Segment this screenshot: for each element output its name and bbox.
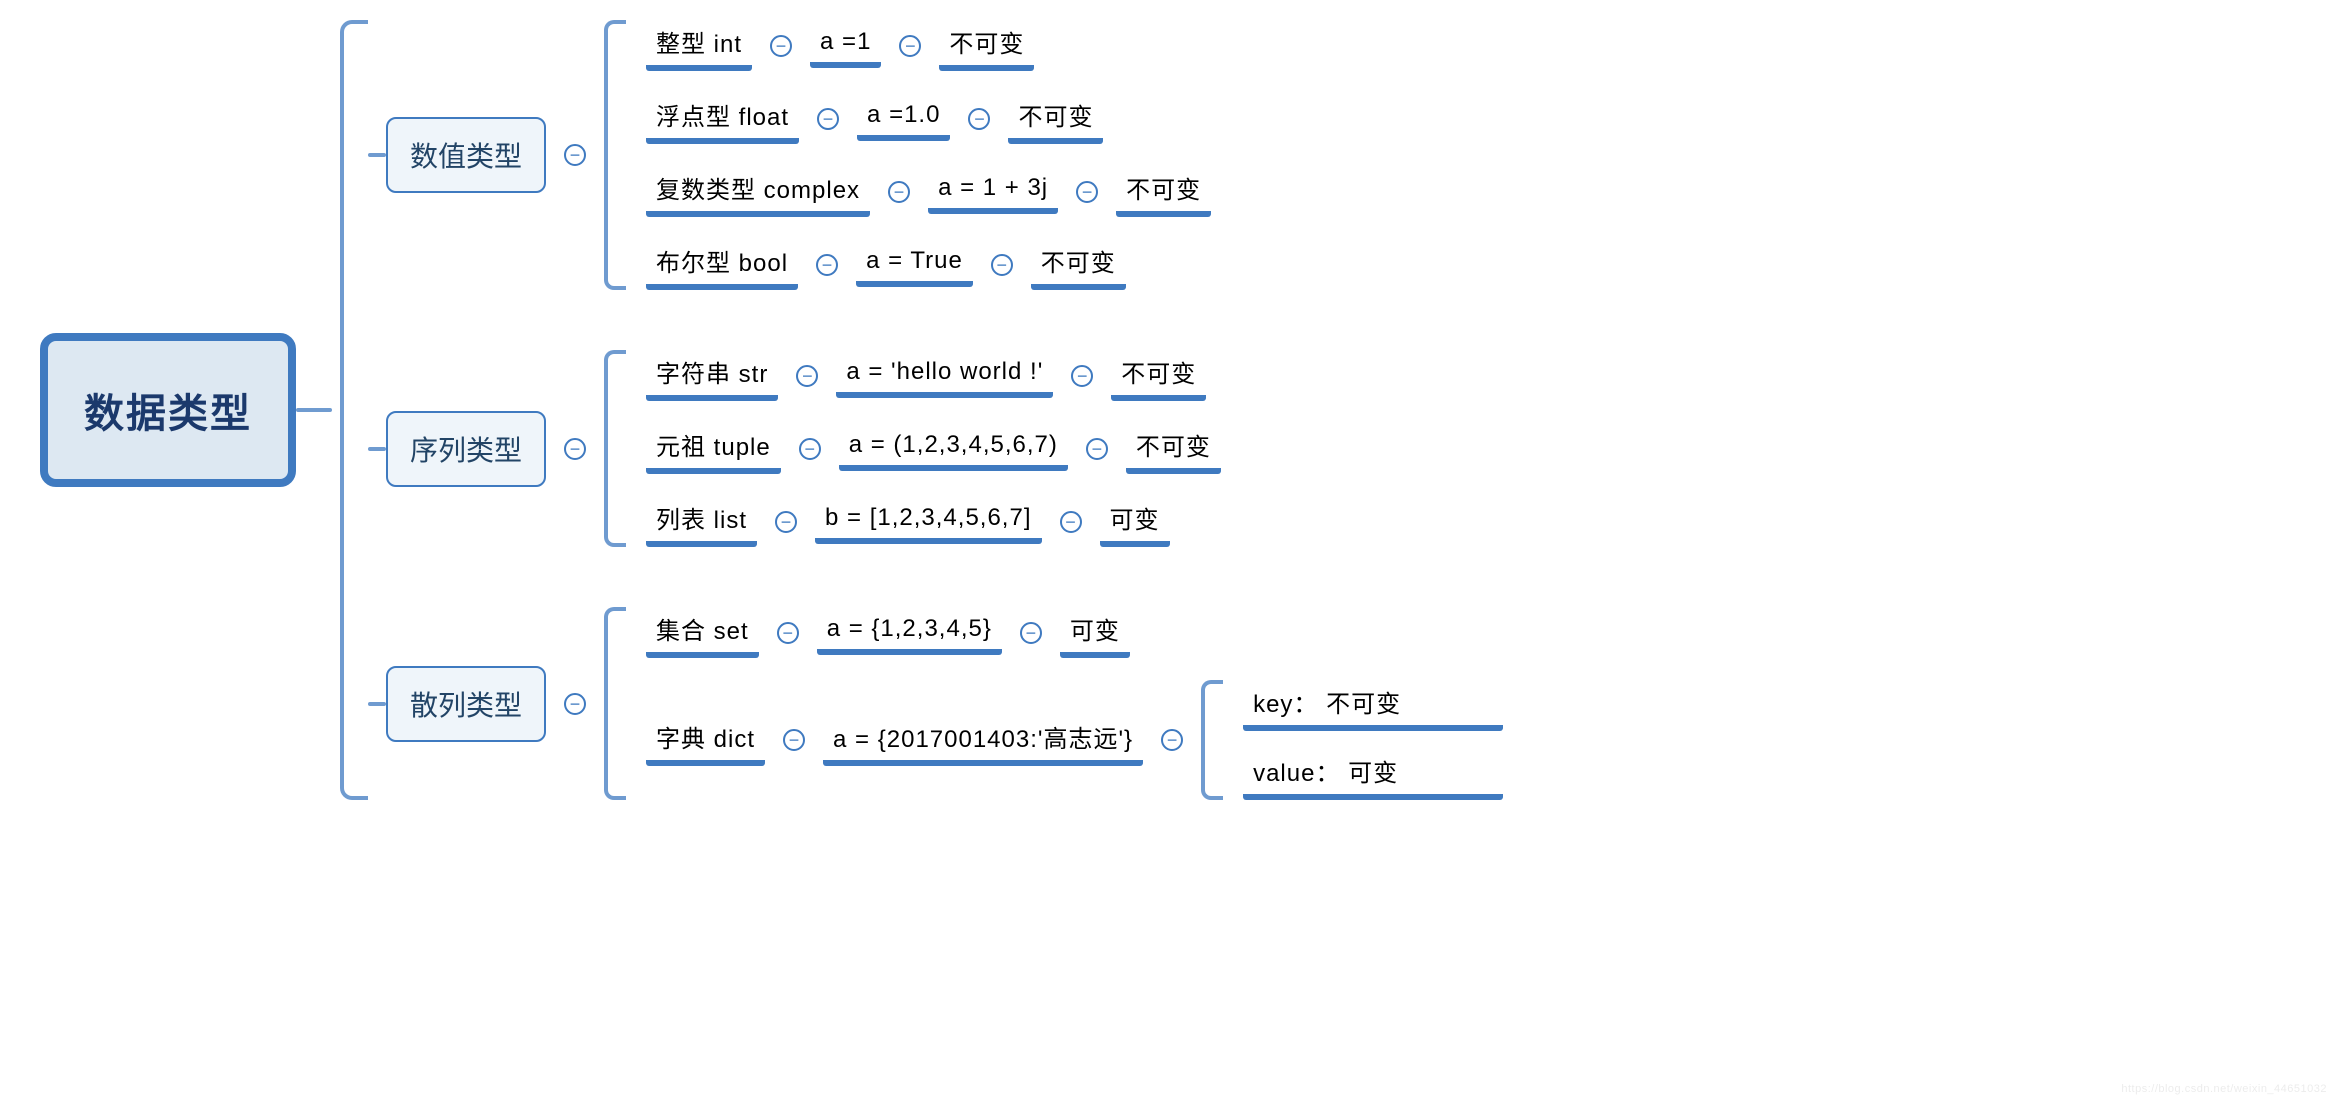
- type-name: 复数类型 complex: [646, 166, 870, 217]
- connector: [296, 408, 332, 412]
- collapse-icon[interactable]: −: [783, 729, 805, 751]
- bracket: [604, 20, 626, 290]
- type-example: b = [1,2,3,4,5,6,7]: [815, 500, 1041, 544]
- leaf-row: 字符串 str−a = 'hello world !'−不可变: [626, 350, 1221, 401]
- bracket: [340, 20, 368, 800]
- collapse-icon[interactable]: −: [564, 693, 586, 715]
- leaf-group: 整型 int−a =1−不可变浮点型 float−a =1.0−不可变复数类型 …: [604, 20, 1211, 290]
- collapse-icon[interactable]: −: [1161, 729, 1183, 751]
- bracket: [604, 607, 626, 800]
- collapse-icon[interactable]: −: [1020, 622, 1042, 644]
- mutability: 不可变: [1126, 423, 1221, 474]
- mutability: 不可变: [1116, 166, 1211, 217]
- type-example: a = {2017001403:'高志远'}: [823, 715, 1143, 766]
- collapse-icon[interactable]: −: [796, 365, 818, 387]
- type-example: a = True: [856, 243, 973, 287]
- leaf-row: 布尔型 bool−a = True−不可变: [626, 239, 1211, 290]
- collapse-icon[interactable]: −: [817, 108, 839, 130]
- mutability: 不可变: [1111, 350, 1206, 401]
- type-example: a =1: [810, 24, 881, 68]
- leaf-column: 整型 int−a =1−不可变浮点型 float−a =1.0−不可变复数类型 …: [626, 20, 1211, 290]
- collapse-icon[interactable]: −: [799, 438, 821, 460]
- leaf-row: 列表 list−b = [1,2,3,4,5,6,7]−可变: [626, 496, 1221, 547]
- collapse-icon[interactable]: −: [1071, 365, 1093, 387]
- type-name: 集合 set: [646, 607, 759, 658]
- type-example: a = {1,2,3,4,5}: [817, 611, 1002, 655]
- type-example: a = (1,2,3,4,5,6,7): [839, 427, 1068, 471]
- category-node[interactable]: 散列类型: [386, 666, 546, 742]
- category-group: 数值类型−整型 int−a =1−不可变浮点型 float−a =1.0−不可变…: [368, 20, 1503, 290]
- connector: [368, 447, 386, 451]
- mutability: 可变: [1060, 607, 1130, 658]
- type-name: 布尔型 bool: [646, 239, 798, 290]
- leaf-row: 字典 dict−a = {2017001403:'高志远'}−key： 不可变v…: [626, 680, 1503, 800]
- collapse-icon[interactable]: −: [888, 181, 910, 203]
- collapse-icon[interactable]: −: [775, 511, 797, 533]
- category-node[interactable]: 数值类型: [386, 117, 546, 193]
- connector: [368, 702, 386, 706]
- leaf-row: 浮点型 float−a =1.0−不可变: [626, 93, 1211, 144]
- collapse-icon[interactable]: −: [777, 622, 799, 644]
- type-example: a =1.0: [857, 97, 950, 141]
- collapse-icon[interactable]: −: [1086, 438, 1108, 460]
- type-name: 列表 list: [646, 496, 757, 547]
- mindmap-canvas: 数据类型 数值类型−整型 int−a =1−不可变浮点型 float−a =1.…: [40, 20, 2317, 800]
- bracket: [604, 350, 626, 547]
- nested-group: key： 不可变 value： 可变: [1201, 680, 1503, 800]
- kv-mutability: value： 可变: [1243, 749, 1503, 800]
- kv-mutability: key： 不可变: [1243, 680, 1503, 731]
- root-title: 数据类型: [84, 392, 252, 436]
- leaf-row: 整型 int−a =1−不可变: [626, 20, 1211, 71]
- leaf-group: 集合 set−a = {1,2,3,4,5}−可变字典 dict−a = {20…: [604, 607, 1503, 800]
- leaf-column: 字符串 str−a = 'hello world !'−不可变元祖 tuple−…: [626, 350, 1221, 547]
- root-children: 数值类型−整型 int−a =1−不可变浮点型 float−a =1.0−不可变…: [332, 20, 1503, 800]
- type-name: 字符串 str: [646, 350, 778, 401]
- collapse-icon[interactable]: −: [564, 144, 586, 166]
- type-name: 浮点型 float: [646, 93, 799, 144]
- watermark: https://blog.csdn.net/weixin_44651032: [2121, 1083, 2327, 1095]
- collapse-icon[interactable]: −: [816, 254, 838, 276]
- type-name: 整型 int: [646, 20, 752, 71]
- collapse-icon[interactable]: −: [899, 35, 921, 57]
- category-node[interactable]: 序列类型: [386, 411, 546, 487]
- mutability: 不可变: [939, 20, 1034, 71]
- category-column: 数值类型−整型 int−a =1−不可变浮点型 float−a =1.0−不可变…: [368, 20, 1503, 800]
- leaf-row: 复数类型 complex−a = 1 + 3j−不可变: [626, 166, 1211, 217]
- leaf-row: 集合 set−a = {1,2,3,4,5}−可变: [626, 607, 1503, 658]
- collapse-icon[interactable]: −: [1060, 511, 1082, 533]
- collapse-icon[interactable]: −: [991, 254, 1013, 276]
- leaf-row: 元祖 tuple−a = (1,2,3,4,5,6,7)−不可变: [626, 423, 1221, 474]
- category-group: 散列类型−集合 set−a = {1,2,3,4,5}−可变字典 dict−a …: [368, 607, 1503, 800]
- connector: [368, 153, 386, 157]
- nested-row: value： 可变: [1223, 749, 1503, 800]
- nested-row: key： 不可变: [1223, 680, 1503, 731]
- category-group: 序列类型−字符串 str−a = 'hello world !'−不可变元祖 t…: [368, 350, 1503, 547]
- root-node[interactable]: 数据类型: [40, 333, 296, 487]
- type-example: a = 1 + 3j: [928, 170, 1058, 214]
- leaf-column: 集合 set−a = {1,2,3,4,5}−可变字典 dict−a = {20…: [626, 607, 1503, 800]
- collapse-icon[interactable]: −: [564, 438, 586, 460]
- type-name: 元祖 tuple: [646, 423, 781, 474]
- bracket: [1201, 680, 1223, 800]
- leaf-group: 字符串 str−a = 'hello world !'−不可变元祖 tuple−…: [604, 350, 1221, 547]
- type-name: 字典 dict: [646, 715, 765, 766]
- type-example: a = 'hello world !': [836, 354, 1053, 398]
- collapse-icon[interactable]: −: [770, 35, 792, 57]
- mutability: 可变: [1100, 496, 1170, 547]
- mutability: 不可变: [1008, 93, 1103, 144]
- nested-column: key： 不可变 value： 可变: [1223, 680, 1503, 800]
- collapse-icon[interactable]: −: [1076, 181, 1098, 203]
- collapse-icon[interactable]: −: [968, 108, 990, 130]
- mutability: 不可变: [1031, 239, 1126, 290]
